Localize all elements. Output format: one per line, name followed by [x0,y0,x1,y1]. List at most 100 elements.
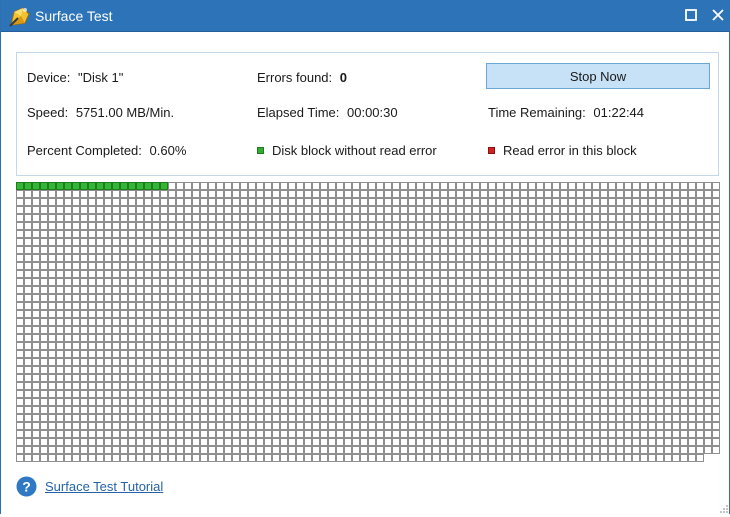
disk-block [208,254,216,262]
disk-block [416,326,424,334]
disk-block [48,406,56,414]
disk-block [176,318,184,326]
disk-block [408,206,416,214]
surface-test-tutorial-link[interactable]: Surface Test Tutorial [45,479,163,494]
disk-block [496,254,504,262]
disk-block [568,334,576,342]
disk-block [472,222,480,230]
disk-block [432,334,440,342]
disk-block [256,358,264,366]
disk-block [608,246,616,254]
disk-block [144,310,152,318]
disk-block [360,214,368,222]
elapsed-time-value: 00:00:30 [347,105,398,120]
disk-block [592,422,600,430]
disk-block [392,406,400,414]
disk-block [480,342,488,350]
disk-block [200,414,208,422]
disk-block [432,342,440,350]
disk-block [304,414,312,422]
disk-block [200,310,208,318]
maximize-button[interactable] [680,4,702,26]
disk-block [688,254,696,262]
disk-block [624,222,632,230]
disk-block [288,254,296,262]
disk-block [136,430,144,438]
disk-block [208,238,216,246]
disk-block [680,382,688,390]
disk-block [88,198,96,206]
disk-block [120,214,128,222]
disk-block [640,198,648,206]
disk-block [472,198,480,206]
close-button[interactable] [707,4,729,26]
disk-block [288,206,296,214]
title-bar[interactable]: Surface Test [1,0,730,32]
disk-block [600,406,608,414]
disk-block [256,286,264,294]
disk-block [472,302,480,310]
disk-block [328,230,336,238]
disk-block [704,214,712,222]
disk-block [304,270,312,278]
disk-block [216,342,224,350]
disk-block [232,454,240,462]
disk-block [696,286,704,294]
disk-block [552,302,560,310]
disk-block [480,270,488,278]
stop-now-button[interactable]: Stop Now [486,63,710,89]
disk-block [16,238,24,246]
disk-block [240,278,248,286]
disk-block [272,430,280,438]
disk-block [16,422,24,430]
disk-block [376,414,384,422]
disk-block [104,206,112,214]
disk-block [528,446,536,454]
disk-block [128,446,136,454]
disk-block [504,302,512,310]
disk-block [400,374,408,382]
disk-block [576,334,584,342]
disk-block [640,350,648,358]
disk-block [624,182,632,190]
disk-block [208,422,216,430]
disk-block [368,286,376,294]
resize-grip-icon[interactable] [719,502,729,513]
disk-block [320,198,328,206]
disk-block [296,310,304,318]
disk-block [248,198,256,206]
disk-block [488,398,496,406]
disk-block [544,182,552,190]
disk-block [712,318,720,326]
disk-block [640,438,648,446]
disk-block [344,198,352,206]
disk-block [184,334,192,342]
disk-block [512,294,520,302]
disk-block [520,334,528,342]
disk-block [32,374,40,382]
disk-block [384,334,392,342]
disk-block [152,374,160,382]
disk-block [256,326,264,334]
disk-block [224,398,232,406]
disk-block [544,382,552,390]
disk-block [680,270,688,278]
help-icon[interactable]: ? [16,476,37,497]
disk-block [192,334,200,342]
disk-block [592,286,600,294]
disk-block [544,390,552,398]
disk-block [264,382,272,390]
disk-block [232,206,240,214]
disk-block [448,366,456,374]
disk-block [680,238,688,246]
disk-block [480,214,488,222]
disk-block [384,414,392,422]
disk-block [320,206,328,214]
disk-block [216,382,224,390]
disk-block [136,310,144,318]
disk-block [216,278,224,286]
disk-block [616,310,624,318]
disk-block [664,246,672,254]
disk-block [488,222,496,230]
disk-block [48,302,56,310]
